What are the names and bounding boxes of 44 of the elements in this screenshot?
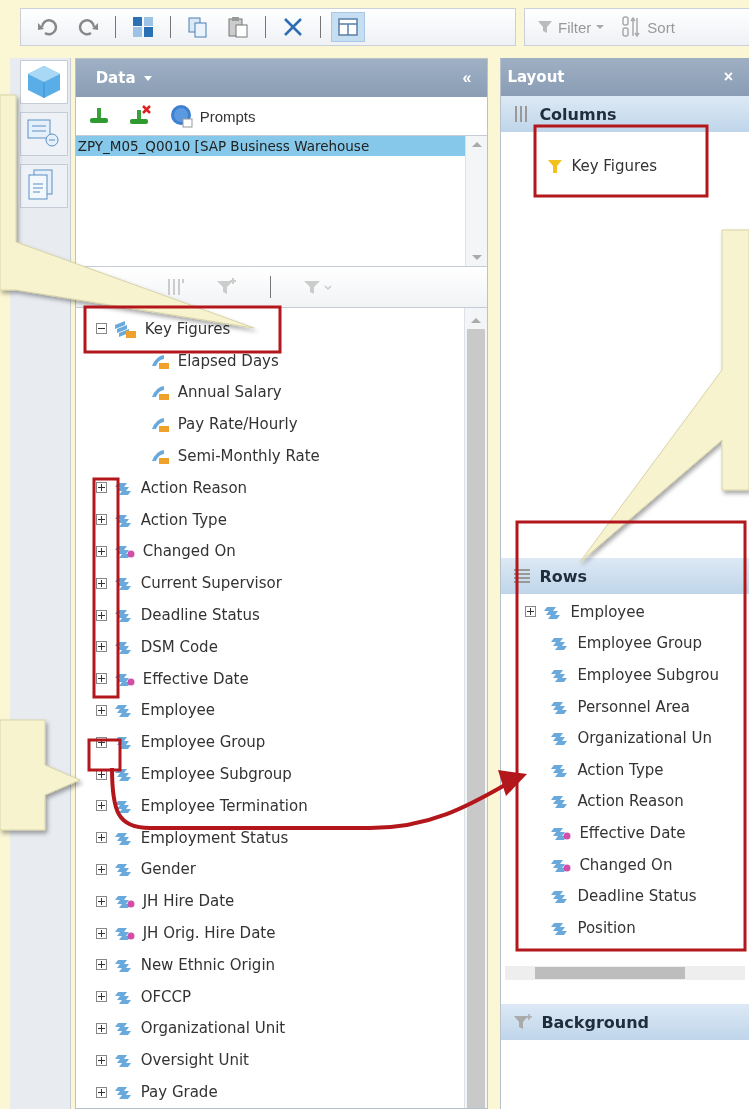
panel-title: Layout: [507, 68, 565, 86]
layout-item[interactable]: Employee: [570, 602, 645, 621]
tree-item[interactable]: Annual Salary: [177, 383, 282, 402]
layout-item[interactable]: Organizational Un: [577, 729, 712, 748]
layout-item[interactable]: Changed On: [579, 855, 673, 874]
tree-item[interactable]: Employment Status: [140, 828, 289, 847]
tree-item[interactable]: Organizational Unit: [140, 1019, 286, 1038]
tree-item[interactable]: Current Supervisor: [140, 574, 282, 593]
layout-item[interactable]: Action Reason: [577, 792, 684, 811]
tree-item[interactable]: DSM Code: [140, 637, 218, 656]
query-item[interactable]: ZPY_M05_Q0010 [SAP Business Warehouse: [75, 136, 466, 156]
tree-item[interactable]: Pay Grade: [140, 1083, 218, 1101]
tree-item[interactable]: Elapsed Days: [177, 351, 279, 370]
section-title: Background: [541, 1012, 650, 1032]
tree-item[interactable]: Employee Termination: [140, 796, 308, 815]
layout-item[interactable]: Deadline Status: [577, 887, 697, 906]
tree-item[interactable]: JH Orig. Hire Date: [142, 924, 276, 943]
tree-item[interactable]: Employee: [140, 701, 215, 720]
tree-item[interactable]: Key Figures: [144, 319, 231, 338]
layout-item[interactable]: Employee Group: [577, 634, 703, 653]
layout-item[interactable]: Position: [577, 918, 636, 937]
tree-item[interactable]: Oversight Unit: [140, 1051, 249, 1070]
layout-item[interactable]: Effective Date: [579, 823, 686, 842]
tree-item[interactable]: Deadline Status: [140, 606, 260, 625]
layout-item[interactable]: Employee Subgrou: [577, 666, 720, 684]
panel-title: Data: [95, 69, 136, 87]
layout-item[interactable]: Key Figures: [571, 156, 657, 175]
prompts-button[interactable]: Prompts: [169, 104, 256, 128]
tree-item[interactable]: Employee Group: [140, 733, 266, 752]
tree-item[interactable]: Action Reason: [140, 478, 248, 497]
layout-item[interactable]: Action Type: [577, 760, 664, 779]
tree-item[interactable]: Effective Date: [142, 669, 249, 688]
section-title: Columns: [539, 104, 617, 124]
tree-item[interactable]: OFCCP: [140, 987, 192, 1006]
layout-item[interactable]: Personnel Area: [577, 697, 690, 716]
tree-item[interactable]: JH Hire Date: [142, 892, 235, 911]
tree-item[interactable]: Changed On: [142, 542, 236, 561]
tree-item[interactable]: Pay Rate/Hourly: [177, 415, 298, 434]
tree-item[interactable]: New Ethnic Origin: [140, 955, 276, 974]
tree-item[interactable]: Employee Subgroup: [140, 765, 292, 784]
tree-item[interactable]: Action Type: [140, 510, 227, 529]
tree-item[interactable]: Semi-Monthly Rate: [177, 447, 320, 466]
tree-item[interactable]: Gender: [140, 860, 196, 879]
section-title: Rows: [539, 566, 587, 586]
